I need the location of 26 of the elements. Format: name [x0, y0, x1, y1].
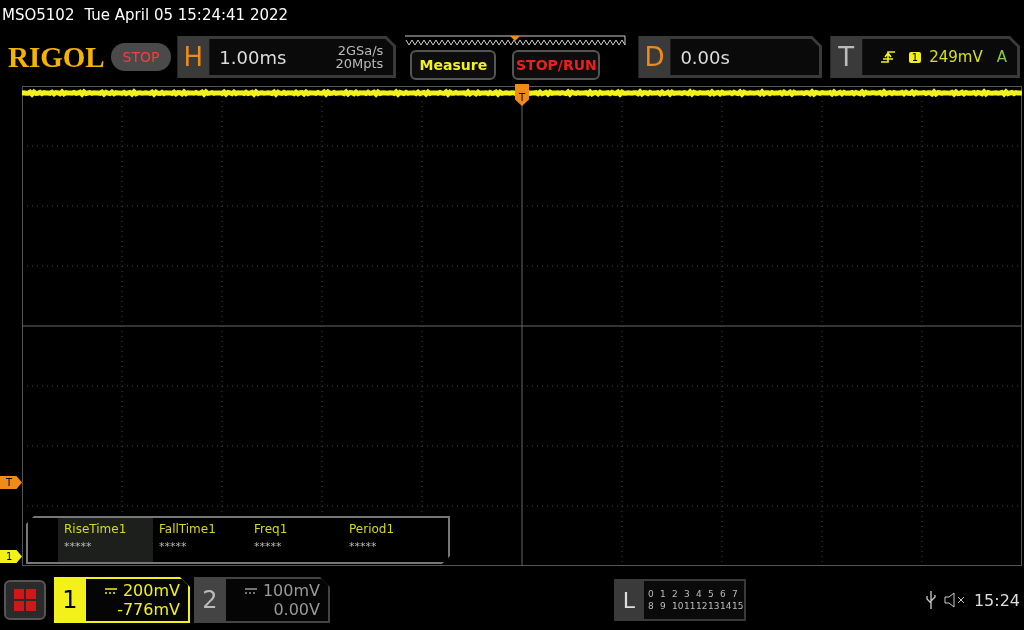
- clock-time: 15:24: [973, 590, 1020, 610]
- channel-marker[interactable]: 1: [0, 550, 22, 563]
- channel-panel[interactable]: 2 100mV 0.00V: [194, 577, 330, 623]
- dc-coupling-icon: [104, 587, 117, 594]
- stop-run-button[interactable]: STOP/RUN: [512, 49, 601, 80]
- trigger-panel[interactable]: T 1 249mV A: [830, 36, 1020, 78]
- grid-icon: [14, 589, 36, 611]
- trigger-level-marker[interactable]: T: [0, 476, 22, 489]
- rising-edge-icon: [880, 50, 895, 64]
- dc-coupling-icon: [244, 587, 257, 594]
- horizontal-panel[interactable]: H 1.00ms 2GSa/s 20Mpts: [177, 36, 397, 78]
- measurement-item[interactable]: RiseTime1 *****: [58, 518, 153, 562]
- measure-button[interactable]: Measure: [410, 49, 497, 80]
- measurement-item[interactable]: Freq1 *****: [248, 518, 343, 562]
- logic-panel[interactable]: L 0 1 2 3 4 5 6 7 8 9 10 11 12 13 14 15: [614, 579, 746, 621]
- trigger-position-marker[interactable]: T: [515, 84, 529, 106]
- usb-icon: [925, 591, 936, 609]
- measurement-item[interactable]: Period1 *****: [343, 518, 438, 562]
- run-status: STOP: [110, 43, 172, 71]
- model-name: MSO5102: [2, 6, 75, 24]
- menu-button[interactable]: [4, 580, 46, 620]
- measurement-item[interactable]: FallTime1 *****: [153, 518, 248, 562]
- date-time: Tue April 05 15:24:41 2022: [84, 6, 289, 24]
- channel-panel[interactable]: 1 200mV -776mV: [54, 577, 190, 623]
- logo: RIGOL: [8, 40, 105, 74]
- delay-panel[interactable]: D 0.00s: [638, 36, 823, 78]
